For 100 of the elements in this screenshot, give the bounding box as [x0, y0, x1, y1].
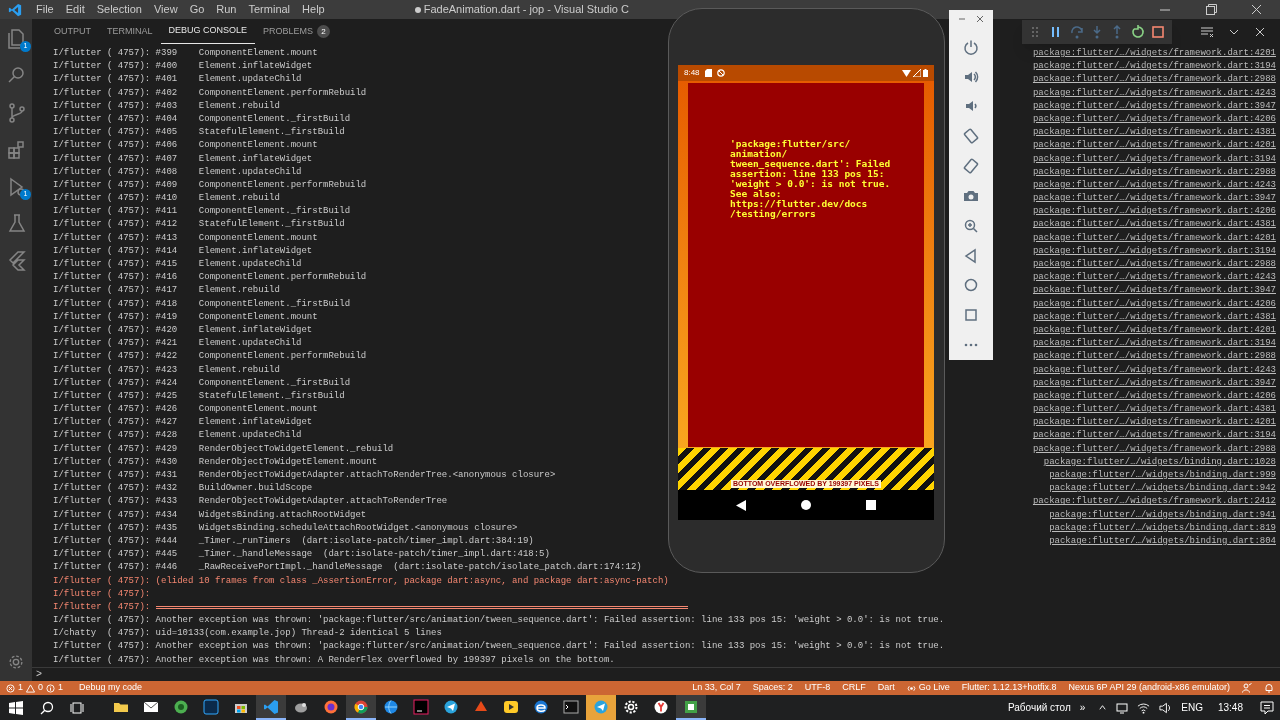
taskbar-button[interactable] — [676, 695, 706, 720]
warning-icon — [26, 683, 35, 693]
settings-icon[interactable] — [7, 653, 25, 671]
source-link[interactable]: package:flutter/…/widgets/framework.dart:3194 — [1032, 152, 1276, 166]
bell-icon[interactable] — [1264, 683, 1274, 693]
panel-tab[interactable]: DEBUG CONSOLE — [160, 19, 256, 44]
panel-tab[interactable]: OUTPUT — [46, 19, 99, 44]
source-link[interactable]: package:flutter/…/widgets/framework.dart:3194 — [1032, 60, 1276, 74]
chevron-up-icon[interactable] — [1098, 703, 1108, 712]
feedback-icon[interactable] — [1242, 683, 1252, 693]
log-line: I/flutter ( 4757): #429 RenderObjectToWidgetElement._rebuild — [53, 442, 394, 456]
console-prompt[interactable]: > — [36, 667, 42, 682]
source-link[interactable]: package:flutter/…/widgets/framework.dart:4201 — [1032, 47, 1276, 61]
source-link[interactable]: package:flutter/…/widgets/framework.dart:4243 — [1032, 363, 1276, 377]
home-circle-icon[interactable] — [801, 500, 811, 510]
source-link[interactable]: package:flutter/…/widgets/binding.dart:941 — [1049, 508, 1276, 522]
stop-icon[interactable] — [1149, 24, 1166, 40]
source-link[interactable]: package:flutter/…/widgets/framework.dart:4206 — [1032, 205, 1276, 219]
network-icon[interactable] — [1116, 701, 1129, 714]
menu-item[interactable]: View — [147, 1, 184, 18]
log-line: I/flutter ( 4757): #422 ComponentElement.performRebuild — [53, 350, 367, 364]
source-link[interactable]: package:flutter/…/widgets/framework.dart:4201 — [1032, 416, 1276, 430]
menu-item[interactable]: Run — [210, 1, 243, 18]
source-link[interactable]: package:flutter/…/widgets/framework.dart:3947 — [1032, 99, 1276, 113]
status-item[interactable]: UTF-8 — [804, 681, 831, 695]
source-link[interactable]: package:flutter/…/widgets/framework.dart:2988 — [1032, 442, 1276, 456]
status-item[interactable]: Dart — [877, 681, 895, 695]
source-link[interactable]: package:flutter/…/widgets/framework.dart:3194 — [1032, 337, 1276, 351]
wifi-icon[interactable] — [1137, 701, 1151, 714]
source-link[interactable]: package:flutter/…/widgets/framework.dart:4243 — [1032, 271, 1276, 285]
close-icon[interactable] — [1254, 25, 1266, 38]
panel-tab[interactable]: TERMINAL — [99, 19, 161, 44]
source-link[interactable]: package:flutter/…/widgets/binding.dart:1028 — [1043, 455, 1276, 469]
source-link[interactable]: package:flutter/…/widgets/framework.dart:3194 — [1032, 429, 1276, 443]
status-item[interactable]: Nexus 6P API 29 (android-x86 emulator) — [1068, 681, 1230, 695]
notifications-icon[interactable] — [1260, 700, 1274, 715]
taskbar-button[interactable] — [346, 695, 376, 720]
error-log-line: I/flutter ( 4757): (elided 10 frames from class _AssertionError, package dart:async, and package dart:async-patch) — [53, 574, 669, 588]
clear-console-icon[interactable] — [1200, 25, 1214, 38]
menu-item[interactable]: Terminal — [242, 1, 297, 18]
ide-icon — [413, 698, 429, 715]
source-link[interactable]: package:flutter/…/widgets/framework.dart:4206 — [1032, 112, 1276, 127]
toolbar-expand-button[interactable]: » — [1079, 700, 1086, 715]
language-indicator[interactable]: ENG — [1181, 700, 1203, 715]
menu-item[interactable]: Help — [296, 1, 331, 18]
menu-item[interactable]: Edit — [59, 1, 91, 18]
clock[interactable]: 13:48 — [1217, 700, 1243, 715]
wifi-icon — [902, 69, 911, 77]
source-link[interactable]: package:flutter/…/widgets/framework.dart:4201 — [1032, 139, 1276, 153]
status-item[interactable]: Spaces: 2 — [752, 681, 793, 695]
search-icon[interactable] — [40, 700, 54, 715]
source-link[interactable]: package:flutter/…/widgets/framework.dart:4201 — [1032, 231, 1276, 245]
rotate-left-icon[interactable] — [963, 128, 979, 145]
extensions-icon[interactable] — [5, 138, 27, 160]
source-link[interactable]: package:flutter/…/widgets/framework.dart:3194 — [1032, 244, 1276, 258]
close-icon[interactable] — [976, 14, 984, 23]
source-link[interactable]: package:flutter/…/widgets/framework.dart:2988 — [1032, 165, 1276, 179]
menu-item[interactable]: Selection — [90, 1, 148, 18]
source-link[interactable]: package:flutter/…/widgets/framework.dart:4206 — [1032, 389, 1276, 404]
source-link[interactable]: package:flutter/…/widgets/framework.dart:4201 — [1032, 323, 1276, 338]
source-link[interactable]: package:flutter/…/widgets/framework.dart:4206 — [1032, 297, 1276, 311]
rotate-right-icon[interactable] — [963, 158, 979, 175]
source-link[interactable]: package:flutter/…/widgets/framework.dart:4381 — [1032, 218, 1276, 232]
speaker-icon[interactable] — [1159, 701, 1173, 714]
power-icon[interactable] — [963, 38, 979, 55]
source-link[interactable]: package:flutter/…/widgets/binding.dart:942 — [1049, 482, 1276, 496]
menu-item[interactable]: File — [30, 1, 60, 18]
source-link[interactable]: package:flutter/…/widgets/framework.dart:4381 — [1032, 310, 1276, 324]
source-link[interactable]: package:flutter/…/widgets/framework.dart:3947 — [1032, 376, 1276, 390]
menu-item[interactable]: Go — [183, 1, 211, 18]
source-link[interactable]: package:flutter/…/widgets/framework.dart:4381 — [1032, 126, 1276, 140]
source-link[interactable]: package:flutter/…/widgets/framework.dart:4243 — [1032, 86, 1276, 100]
overview-square-icon[interactable] — [963, 307, 979, 324]
problems-status[interactable]: 1 0 1 — [6, 681, 64, 695]
source-link[interactable]: package:flutter/…/widgets/binding.dart:804 — [1049, 534, 1276, 549]
status-item[interactable]: CRLF — [842, 681, 866, 695]
status-item[interactable]: Ln 33, Col 7 — [692, 681, 741, 695]
restart-icon[interactable] — [1129, 24, 1146, 40]
source-link[interactable]: package:flutter/…/widgets/framework.dart:3947 — [1032, 284, 1276, 298]
back-triangle-icon[interactable] — [735, 499, 746, 511]
source-link[interactable]: package:flutter/…/widgets/framework.dart:2988 — [1032, 350, 1276, 364]
source-link[interactable]: package:flutter/…/widgets/framework.dart:3947 — [1032, 192, 1276, 206]
go-live-button[interactable]: Go Live — [906, 681, 950, 695]
source-link[interactable]: package:flutter/…/widgets/binding.dart:819 — [1049, 521, 1276, 535]
vscode-logo-icon[interactable] — [8, 2, 22, 17]
windows-logo-icon[interactable] — [9, 700, 23, 715]
source-link[interactable]: package:flutter/…/widgets/framework.dart:4243 — [1032, 178, 1276, 193]
source-link[interactable]: package:flutter/…/widgets/framework.dart:2412 — [1032, 495, 1276, 509]
recents-square-icon[interactable] — [866, 500, 877, 510]
status-item[interactable]: Flutter: 1.12.13+hotfix.8 — [961, 681, 1057, 695]
files-icon[interactable] — [5, 27, 27, 49]
source-link[interactable]: package:flutter/…/widgets/framework.dart:2988 — [1032, 258, 1276, 272]
source-link[interactable]: package:flutter/…/widgets/framework.dart:2988 — [1032, 73, 1276, 87]
zoom-icon[interactable] — [963, 217, 979, 234]
task-view-icon[interactable] — [70, 700, 84, 715]
source-link[interactable]: package:flutter/…/widgets/binding.dart:999 — [1049, 469, 1276, 483]
panel-tab[interactable]: PROBLEMS 2 — [255, 19, 339, 44]
status-item[interactable]: Debug my code — [79, 681, 143, 695]
paper-plane-icon — [443, 698, 459, 715]
source-link[interactable]: package:flutter/…/widgets/framework.dart:4381 — [1032, 403, 1276, 417]
